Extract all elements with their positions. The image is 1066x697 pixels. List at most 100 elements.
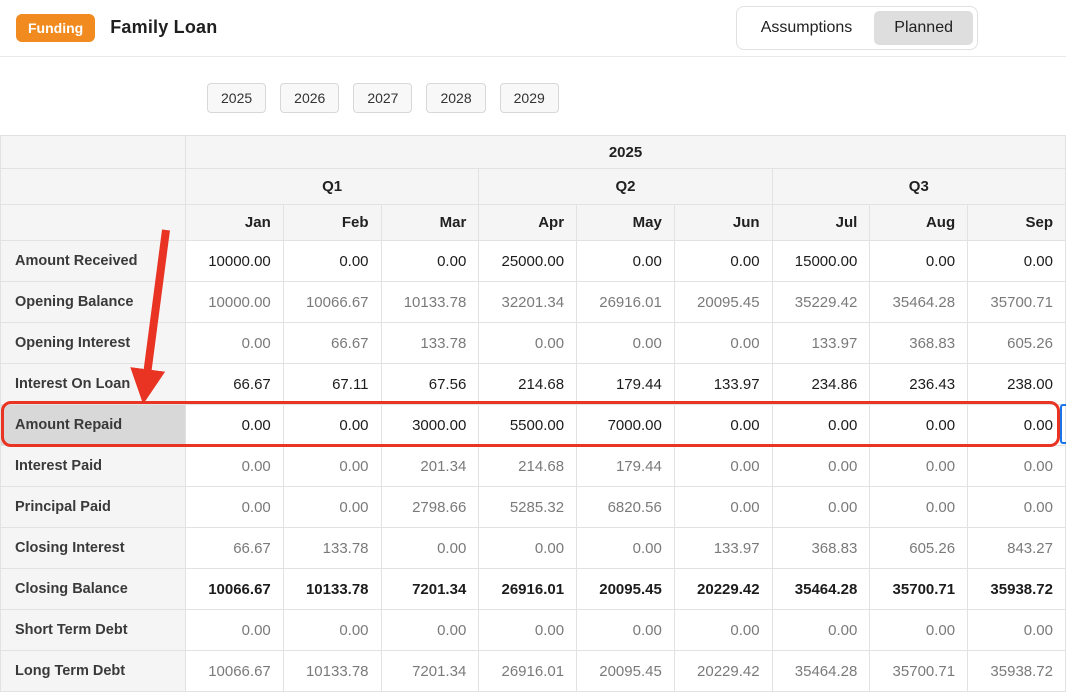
value-cell[interactable]: 236.43: [869, 363, 969, 405]
value-cell[interactable]: 0.00: [967, 404, 1066, 446]
table-row: Amount Received 10000.00 0.00 0.00 25000.00 0…: [0, 240, 1066, 282]
value-cell: 26916.01: [478, 568, 578, 610]
value-cell: 0.00: [771, 609, 871, 651]
value-cell: 20229.42: [673, 568, 773, 610]
value-cell: 10066.67: [282, 281, 382, 323]
month-header: Jun: [673, 204, 773, 241]
value-cell: 605.26: [967, 322, 1066, 364]
row-label[interactable]: Short Term Debt: [0, 609, 186, 651]
value-cell[interactable]: 0.00: [185, 404, 284, 446]
row-label[interactable]: Opening Interest: [0, 322, 186, 364]
top-bar: Funding Family Loan Assumptions Planned: [0, 0, 1066, 57]
month-header: Aug: [869, 204, 969, 241]
value-cell: 843.27: [967, 527, 1066, 569]
table-row: Amount Repaid 0.00 0.00 3000.00 5500.00 7000.…: [0, 404, 1066, 446]
page-root: { "header": { "badge": "Funding", "title…: [0, 0, 1066, 697]
value-cell[interactable]: 214.68: [478, 363, 578, 405]
value-cell: 0.00: [185, 445, 284, 487]
value-cell: 20095.45: [673, 281, 773, 323]
value-cell: 0.00: [282, 445, 382, 487]
table-row: Principal Paid 0.00 0.00 2798.66 5285.32 6820…: [0, 486, 1066, 528]
value-cell: 0.00: [967, 445, 1066, 487]
value-cell[interactable]: 67.11: [282, 363, 382, 405]
value-cell[interactable]: 0.00: [576, 240, 675, 282]
year-header-row: 2025: [0, 135, 1066, 169]
value-cell: 10133.78: [282, 568, 382, 610]
row-label[interactable]: Amount Repaid: [0, 404, 186, 446]
value-cell: 5285.32: [478, 486, 578, 528]
row-label[interactable]: Opening Balance: [0, 281, 186, 323]
value-cell[interactable]: 0.00: [282, 404, 382, 446]
value-cell[interactable]: 25000.00: [478, 240, 578, 282]
corner-cell: [0, 204, 186, 241]
value-cell[interactable]: 67.56: [380, 363, 480, 405]
value-cell: 368.83: [869, 322, 969, 364]
row-label[interactable]: Principal Paid: [0, 486, 186, 528]
value-cell: 0.00: [576, 527, 675, 569]
quarter-header: Q2: [478, 168, 773, 205]
year-button-2029[interactable]: 2029: [499, 83, 559, 113]
top-bar-left: Funding Family Loan: [16, 13, 218, 43]
month-header: Jul: [771, 204, 871, 241]
value-cell[interactable]: 0.00: [771, 404, 871, 446]
value-cell: 66.67: [282, 322, 382, 364]
year-button-2025[interactable]: 2025: [207, 83, 267, 113]
value-cell: 26916.01: [576, 281, 675, 323]
value-cell[interactable]: 133.97: [673, 363, 773, 405]
value-cell: 26916.01: [478, 650, 578, 692]
table-row: Interest Paid 0.00 0.00 201.34 214.68 179.44 0…: [0, 445, 1066, 487]
value-cell: 0.00: [478, 527, 578, 569]
table-row: Long Term Debt 10066.67 10133.78 7201.34 269…: [0, 650, 1066, 692]
value-cell: 20229.42: [673, 650, 773, 692]
value-cell[interactable]: 0.00: [673, 240, 773, 282]
value-cell: 133.78: [380, 322, 480, 364]
value-cell[interactable]: 10000.00: [185, 240, 284, 282]
year-button-2026[interactable]: 2026: [280, 83, 340, 113]
value-cell[interactable]: 0.00: [869, 240, 969, 282]
value-cell[interactable]: 234.86: [771, 363, 871, 405]
month-header: Mar: [380, 204, 480, 241]
tab-planned[interactable]: Planned: [874, 11, 973, 45]
row-label[interactable]: Closing Interest: [0, 527, 186, 569]
value-cell[interactable]: 179.44: [576, 363, 675, 405]
value-cell[interactable]: 7000.00: [576, 404, 675, 446]
year-button-2028[interactable]: 2028: [426, 83, 486, 113]
value-cell: 133.97: [673, 527, 773, 569]
value-cell: 0.00: [576, 609, 675, 651]
year-buttons: 2025 2026 2027 2028 2029: [207, 83, 1066, 113]
value-cell[interactable]: 238.00: [967, 363, 1066, 405]
value-cell[interactable]: 15000.00: [771, 240, 871, 282]
value-cell[interactable]: 0.00: [967, 240, 1066, 282]
value-cell: 0.00: [478, 322, 578, 364]
value-cell: 0.00: [673, 322, 773, 364]
page-title: Family Loan: [110, 17, 218, 38]
value-cell[interactable]: 3000.00: [380, 404, 480, 446]
year-header: 2025: [185, 135, 1066, 169]
tab-assumptions[interactable]: Assumptions: [741, 11, 873, 45]
value-cell[interactable]: 0.00: [282, 240, 382, 282]
value-cell: 0.00: [869, 445, 969, 487]
row-label[interactable]: Interest Paid: [0, 445, 186, 487]
row-label[interactable]: Interest On Loan: [0, 363, 186, 405]
table-body: Amount Received 10000.00 0.00 0.00 25000.00 0…: [0, 240, 1066, 692]
value-cell[interactable]: 5500.00: [478, 404, 578, 446]
value-cell: 0.00: [380, 609, 480, 651]
value-cell: 201.34: [380, 445, 480, 487]
year-button-2027[interactable]: 2027: [353, 83, 413, 113]
value-cell: 20095.45: [576, 650, 675, 692]
value-cell: 32201.34: [478, 281, 578, 323]
value-cell[interactable]: 0.00: [380, 240, 480, 282]
row-label[interactable]: Long Term Debt: [0, 650, 186, 692]
value-cell: 7201.34: [380, 650, 480, 692]
funding-badge: Funding: [16, 13, 96, 43]
value-cell[interactable]: 66.67: [185, 363, 284, 405]
value-cell[interactable]: 0.00: [869, 404, 969, 446]
row-label[interactable]: Amount Received: [0, 240, 186, 282]
table-row: Opening Interest 0.00 66.67 133.78 0.00 0.00 0…: [0, 322, 1066, 364]
row-label[interactable]: Closing Balance: [0, 568, 186, 610]
value-cell: 133.97: [771, 322, 871, 364]
value-cell[interactable]: 0.00: [673, 404, 773, 446]
value-cell: 0.00: [185, 609, 284, 651]
view-toggle: Assumptions Planned: [735, 6, 978, 50]
value-cell: 35700.71: [967, 281, 1066, 323]
